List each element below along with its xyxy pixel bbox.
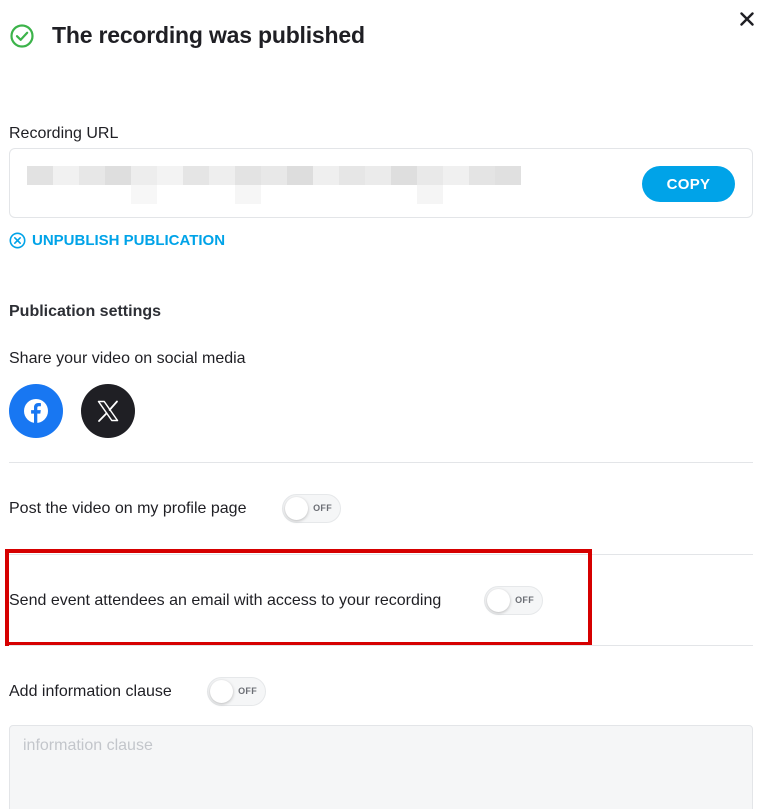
dialog-title: The recording was published bbox=[52, 22, 365, 48]
copy-button[interactable]: COPY bbox=[642, 166, 735, 202]
x-logo-icon bbox=[97, 400, 119, 422]
publication-settings-title: Publication settings bbox=[9, 303, 162, 320]
toggle-state: OFF bbox=[238, 686, 257, 696]
toggle-state: OFF bbox=[313, 503, 332, 513]
post-profile-label: Post the video on my profile page bbox=[9, 500, 247, 517]
facebook-share-button[interactable] bbox=[9, 384, 63, 438]
toggle-knob bbox=[210, 680, 233, 703]
unpublish-label[interactable]: UNPUBLISH PUBLICATION bbox=[32, 232, 225, 249]
divider bbox=[9, 645, 753, 646]
circle-x-icon bbox=[9, 232, 26, 249]
close-icon[interactable] bbox=[740, 12, 754, 26]
unpublish-publication-link[interactable]: UNPUBLISH PUBLICATION bbox=[9, 232, 225, 249]
info-clause-label: Add information clause bbox=[9, 683, 172, 700]
recording-url-value-redacted bbox=[27, 166, 521, 206]
highlight-annotation-box bbox=[5, 549, 592, 646]
toggle-knob bbox=[285, 497, 308, 520]
check-circle-icon bbox=[10, 23, 34, 48]
dialog-header: The recording was published bbox=[9, 22, 365, 49]
close-button[interactable] bbox=[736, 8, 758, 30]
recording-url-field[interactable]: COPY bbox=[9, 148, 753, 218]
info-clause-toggle[interactable]: OFF bbox=[207, 677, 266, 706]
info-clause-textarea[interactable] bbox=[10, 726, 752, 809]
x-share-button[interactable] bbox=[81, 384, 135, 438]
info-clause-field[interactable] bbox=[9, 725, 753, 809]
divider bbox=[9, 462, 753, 463]
facebook-icon bbox=[24, 399, 48, 423]
recording-url-label: Recording URL bbox=[9, 125, 119, 142]
share-social-label: Share your video on social media bbox=[9, 350, 246, 367]
post-profile-toggle[interactable]: OFF bbox=[282, 494, 341, 523]
